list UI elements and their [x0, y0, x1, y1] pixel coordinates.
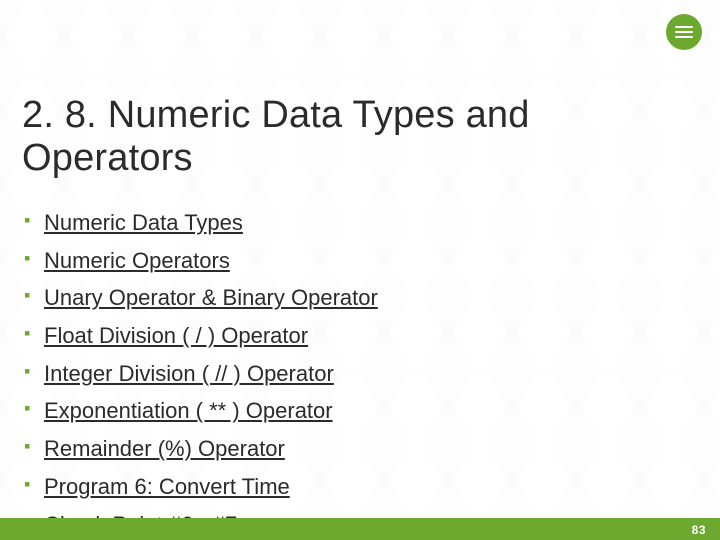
- topic-list: ▪ Numeric Data Types ▪ Numeric Operators…: [22, 208, 698, 539]
- list-item: ▪ Remainder (%) Operator: [24, 434, 698, 464]
- menu-button[interactable]: [666, 14, 702, 50]
- bullet-icon: ▪: [24, 434, 44, 458]
- page-number: 83: [692, 523, 706, 537]
- bullet-icon: ▪: [24, 472, 44, 496]
- topic-link[interactable]: Remainder (%) Operator: [44, 434, 285, 464]
- bullet-icon: ▪: [24, 283, 44, 307]
- list-item: ▪ Unary Operator & Binary Operator: [24, 283, 698, 313]
- list-item: ▪ Program 6: Convert Time: [24, 472, 698, 502]
- footer-bar: [0, 518, 720, 540]
- bullet-icon: ▪: [24, 359, 44, 383]
- bullet-icon: ▪: [24, 396, 44, 420]
- topic-link[interactable]: Program 6: Convert Time: [44, 472, 290, 502]
- bullet-icon: ▪: [24, 246, 44, 270]
- list-item: ▪ Integer Division ( // ) Operator: [24, 359, 698, 389]
- topic-link[interactable]: Exponentiation ( ** ) Operator: [44, 396, 333, 426]
- topic-link[interactable]: Numeric Data Types: [44, 208, 243, 238]
- list-item: ▪ Numeric Operators: [24, 246, 698, 276]
- slide-content: 2. 8. Numeric Data Types and Operators ▪…: [22, 94, 698, 540]
- list-item: ▪ Float Division ( / ) Operator: [24, 321, 698, 351]
- list-item: ▪ Numeric Data Types: [24, 208, 698, 238]
- topic-link[interactable]: Numeric Operators: [44, 246, 230, 276]
- topic-link[interactable]: Integer Division ( // ) Operator: [44, 359, 334, 389]
- slide-title: 2. 8. Numeric Data Types and Operators: [22, 94, 698, 180]
- bullet-icon: ▪: [24, 208, 44, 232]
- topic-link[interactable]: Unary Operator & Binary Operator: [44, 283, 378, 313]
- bullet-icon: ▪: [24, 321, 44, 345]
- topic-link[interactable]: Float Division ( / ) Operator: [44, 321, 308, 351]
- hamburger-icon: [675, 26, 693, 38]
- list-item: ▪ Exponentiation ( ** ) Operator: [24, 396, 698, 426]
